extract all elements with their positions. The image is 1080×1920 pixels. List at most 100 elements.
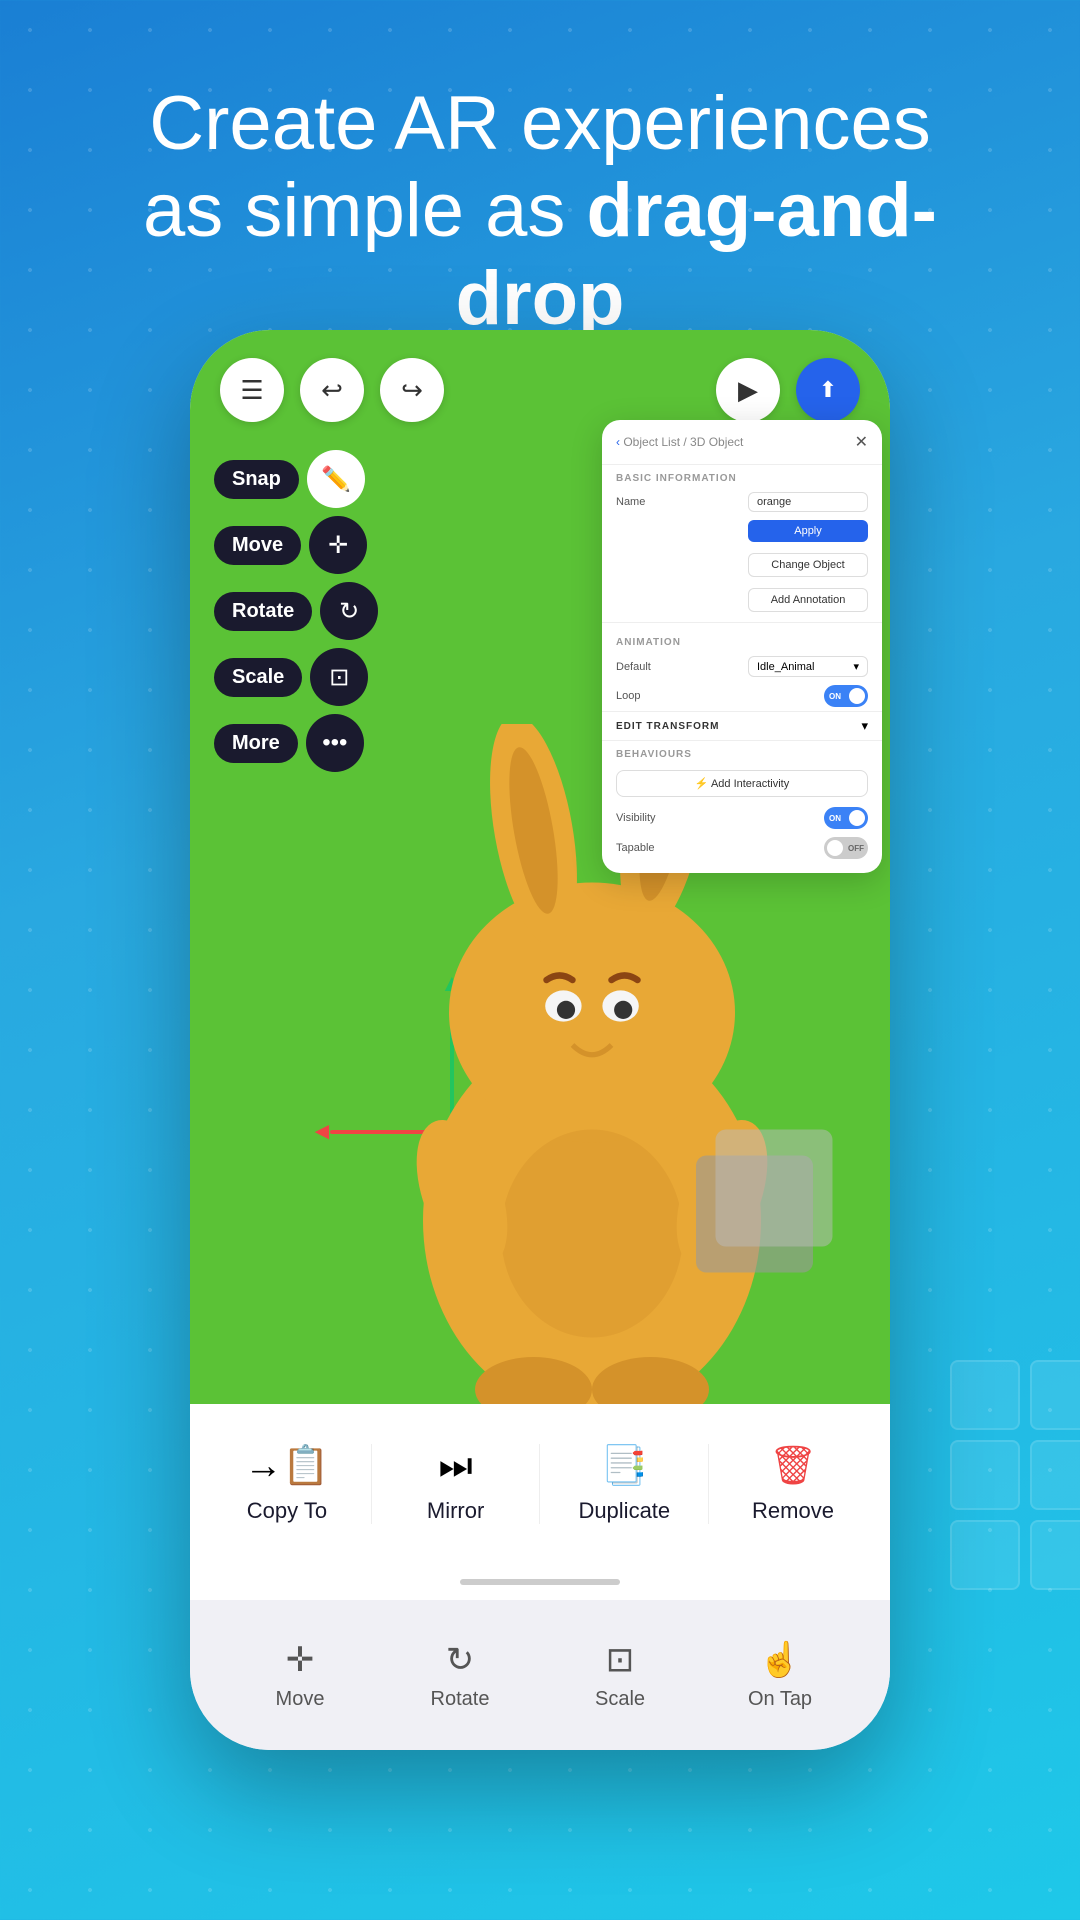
ontap-tab-label: On Tap [748, 1688, 812, 1711]
tab-move[interactable]: ✛ Move [230, 1640, 370, 1711]
behaviours-title: BEHAVIOURS [602, 741, 882, 764]
toolbar-right-group: ▶ ⬆ [716, 358, 860, 422]
action-divider-1 [371, 1444, 372, 1524]
share-icon: ⬆ [819, 377, 837, 403]
add-interactivity-button[interactable]: ⚡ Add Interactivity [616, 770, 868, 797]
phone-mockup: ☰ ↩ ↪ ▶ ⬆ Snap [190, 330, 890, 1750]
basic-info-title: BASIC INFORMATION [602, 465, 882, 488]
copy-to-icon: →📋 [244, 1444, 329, 1488]
move-row: Move ✛ [214, 516, 378, 574]
snap-icon-btn[interactable]: ✏️ [307, 450, 365, 508]
tab-rotate[interactable]: ↻ Rotate [390, 1640, 530, 1711]
snap-icon: ✏️ [321, 465, 351, 494]
properties-panel: ‹ Object List / 3D Object ✕ BASIC INFORM… [602, 420, 882, 873]
visibility-label: Visibility [616, 812, 656, 824]
scale-icon-btn[interactable]: ⊡ [310, 648, 368, 706]
rotate-label[interactable]: Rotate [214, 592, 312, 631]
hero-line2: as simple as [143, 168, 587, 253]
rotate-tab-icon: ↻ [446, 1640, 475, 1680]
duplicate-label: Duplicate [578, 1498, 670, 1524]
undo-icon: ↩ [321, 375, 343, 406]
move-label[interactable]: Move [214, 526, 301, 565]
remove-icon: 🗑 [769, 1444, 817, 1488]
bottom-tab-bar: ✛ Move ↻ Rotate ⊡ Scale ☝ On Tap [190, 1600, 890, 1750]
deco-grid [920, 1360, 1080, 1580]
mirror-icon: ⏭ [439, 1445, 473, 1488]
change-object-row: Change Object [602, 546, 882, 581]
bottom-action-bar: →📋 Copy To ⏭ Mirror 📑 Duplicate 🗑 Remove [190, 1404, 890, 1564]
edit-transform-title: EDIT TRANSFORM [616, 721, 719, 732]
rotate-row: Rotate ↻ [214, 582, 378, 640]
panel-breadcrumb: ‹ Object List / 3D Object [616, 435, 743, 449]
divider-1 [602, 622, 882, 623]
loop-row: Loop [602, 681, 882, 711]
scale-row: Scale ⊡ [214, 648, 378, 706]
action-divider-2 [539, 1444, 540, 1524]
snap-row: Snap ✏️ [214, 450, 378, 508]
name-row: Name [602, 488, 882, 516]
visibility-toggle[interactable] [824, 807, 868, 829]
menu-button[interactable]: ☰ [220, 358, 284, 422]
rotate-icon-btn[interactable]: ↻ [320, 582, 378, 640]
edit-transform-row: EDIT TRANSFORM ▾ [602, 711, 882, 741]
chevron-down-icon: ▾ [853, 660, 859, 673]
mirror-action[interactable]: ⏭ Mirror [386, 1445, 526, 1524]
copy-to-action[interactable]: →📋 Copy To [217, 1444, 357, 1524]
remove-action[interactable]: 🗑 Remove [723, 1444, 863, 1524]
play-button[interactable]: ▶ [716, 358, 780, 422]
scale-tab-icon: ⊡ [606, 1640, 635, 1680]
apply-row: Apply [602, 516, 882, 546]
redo-button[interactable]: ↪ [380, 358, 444, 422]
rotate-icon: ↻ [339, 597, 359, 626]
hero-line1: Create AR experiences [149, 81, 931, 166]
move-tab-label: Move [276, 1688, 325, 1711]
default-animation-row: Default Idle_Animal ▾ [602, 652, 882, 681]
scale-label[interactable]: Scale [214, 658, 302, 697]
duplicate-icon: 📑 [601, 1444, 648, 1488]
duplicate-action[interactable]: 📑 Duplicate [554, 1444, 694, 1524]
back-icon: ‹ [616, 435, 620, 449]
tab-on-tap[interactable]: ☝ On Tap [710, 1640, 850, 1711]
loop-label: Loop [616, 690, 640, 702]
menu-icon: ☰ [240, 375, 263, 406]
move-icon: ✛ [328, 531, 348, 560]
undo-button[interactable]: ↩ [300, 358, 364, 422]
apply-button[interactable]: Apply [748, 520, 868, 542]
more-icon-btn[interactable]: ••• [306, 714, 364, 772]
remove-label: Remove [752, 1498, 834, 1524]
home-bar [460, 1579, 620, 1585]
move-icon-btn[interactable]: ✛ [309, 516, 367, 574]
ontap-tab-icon: ☝ [759, 1640, 801, 1680]
tapable-toggle[interactable] [824, 837, 868, 859]
breadcrumb-text: Object List / 3D Object [623, 435, 743, 449]
animation-title: ANIMATION [602, 629, 882, 652]
redo-icon: ↪ [401, 375, 423, 406]
animation-select[interactable]: Idle_Animal ▾ [748, 656, 868, 677]
tab-scale[interactable]: ⊡ Scale [550, 1640, 690, 1711]
move-tab-icon: ✛ [286, 1640, 315, 1680]
visibility-row: Visibility [602, 803, 882, 833]
panel-close-button[interactable]: ✕ [855, 432, 868, 452]
loop-toggle[interactable] [824, 685, 868, 707]
add-annotation-row: Add Annotation [602, 581, 882, 616]
copy-to-label: Copy To [247, 1498, 327, 1524]
name-input[interactable] [748, 492, 868, 512]
tapable-row: Tapable [602, 833, 882, 863]
share-button[interactable]: ⬆ [796, 358, 860, 422]
scale-icon: ⊡ [329, 663, 349, 692]
change-object-button[interactable]: Change Object [748, 553, 868, 577]
animation-value: Idle_Animal [757, 661, 814, 673]
toolbar-top: ☰ ↩ ↪ ▶ ⬆ [220, 358, 860, 422]
chevron-down-icon-transform[interactable]: ▾ [861, 718, 868, 734]
add-annotation-button[interactable]: Add Annotation [748, 588, 868, 612]
more-row: More ••• [214, 714, 378, 772]
phone-screen: ☰ ↩ ↪ ▶ ⬆ Snap [190, 330, 890, 1564]
more-label[interactable]: More [214, 724, 298, 763]
play-icon: ▶ [738, 375, 758, 406]
action-divider-3 [708, 1444, 709, 1524]
panel-header: ‹ Object List / 3D Object ✕ [602, 420, 882, 465]
snap-label[interactable]: Snap [214, 460, 299, 499]
hero-section: Create AR experiences as simple as drag-… [0, 80, 1080, 342]
more-icon: ••• [322, 729, 347, 757]
toolbar-left-group: ☰ ↩ ↪ [220, 358, 444, 422]
